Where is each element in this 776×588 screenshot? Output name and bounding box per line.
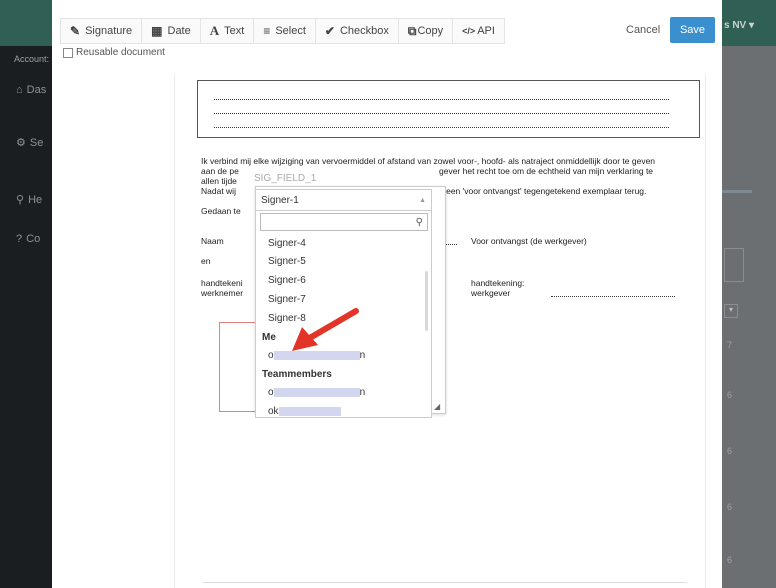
calendar-icon: ▦	[151, 24, 163, 38]
dropdown-option-signer-6[interactable]: Signer-6	[268, 275, 306, 286]
background-divider	[722, 190, 752, 193]
sidebar-item-dashboard[interactable]: ⌂ Das	[16, 84, 46, 96]
resize-handle-icon[interactable]: ◢	[434, 402, 440, 411]
dropdown-option-teammember[interactable]: ok	[268, 406, 341, 417]
sidebar-item-label: Se	[29, 136, 44, 149]
annotation-arrow	[292, 308, 359, 351]
document-text: gever het recht toe om de echtheid van m…	[439, 166, 654, 176]
background-number: 7	[727, 340, 733, 350]
document-text: handtekening:	[471, 278, 525, 288]
user-menu[interactable]: s NV ▾	[724, 20, 754, 31]
sidebar-item-label: He	[28, 193, 43, 206]
contact-icon: ?	[16, 233, 23, 245]
pencil-square-icon: ✎	[70, 24, 81, 38]
save-button[interactable]: Save	[670, 17, 715, 43]
background-select: ▾	[724, 304, 738, 318]
dropdown-group-teammembers: Teammembers	[262, 369, 332, 380]
account-label: Account:	[14, 54, 50, 64]
dropdown-group-me: Me	[262, 332, 276, 343]
document-text: aan de pe	[201, 166, 239, 176]
help-icon: ⚲	[16, 194, 25, 206]
document-paragraph: Ik verbind mij elke wijziging van vervoe…	[201, 156, 656, 166]
document-text: handtekeni	[201, 278, 243, 288]
checkbox-button[interactable]: ✔ Checkbox	[315, 18, 399, 44]
text-button[interactable]: A Text	[200, 18, 255, 44]
document-text: Gedaan te	[201, 206, 241, 216]
reusable-document-checkbox[interactable]: Reusable document	[63, 47, 165, 58]
redacted-email	[278, 406, 341, 416]
signature-button[interactable]: ✎ Signature	[60, 18, 143, 44]
document-text: werkgever	[471, 288, 511, 298]
checkbox-icon: ✔	[324, 24, 335, 38]
caret-up-icon: ▲	[419, 196, 426, 204]
dotted-line	[551, 296, 675, 297]
button-label: Checkbox	[339, 25, 389, 37]
dropdown-search: ⚲	[260, 213, 428, 231]
arrow-shaft	[305, 308, 359, 342]
document-text: Naam	[201, 236, 224, 246]
background-number: 6	[727, 502, 733, 512]
text-icon: A	[209, 23, 220, 38]
background-panel	[724, 248, 744, 282]
document-text: werknemer	[201, 288, 244, 298]
checkbox-label: Reusable document	[76, 47, 165, 58]
redacted-email	[273, 387, 360, 397]
page-divider	[203, 582, 687, 583]
document-text: en	[201, 256, 211, 266]
background-number: 6	[727, 446, 733, 456]
button-label: Text	[224, 25, 245, 37]
signer-select[interactable]: Signer-1 ▲	[255, 189, 432, 211]
option-text: ok	[268, 406, 279, 417]
button-label: Date	[167, 25, 191, 37]
dropdown-option-signer-5[interactable]: Signer-5	[268, 256, 306, 267]
copy-button[interactable]: ⧉ Copy	[398, 18, 454, 44]
dropdown-option-signer-7[interactable]: Signer-7	[268, 294, 306, 305]
cancel-button[interactable]: Cancel	[620, 18, 666, 42]
sidebar-item-settings[interactable]: ⚙ Se	[16, 136, 44, 150]
background-number: 6	[727, 390, 733, 400]
document-text: allen tijde	[201, 176, 237, 186]
dotted-line	[214, 127, 669, 128]
app-sidebar	[0, 46, 52, 588]
address-box	[197, 80, 700, 138]
code-icon: </>	[462, 26, 476, 36]
arrow-head	[292, 327, 318, 351]
date-button[interactable]: ▦ Date	[142, 18, 201, 44]
settings-icon: ⚙	[16, 137, 26, 149]
document-text: e een 'voor ontvangst' tegengetekend exe…	[439, 186, 647, 196]
document-text: Nadat wij	[201, 186, 236, 196]
sidebar-item-help[interactable]: ⚲ He	[16, 193, 43, 207]
copy-icon: ⧉	[407, 23, 417, 38]
button-label: API	[477, 25, 495, 37]
dropdown-search-input[interactable]	[264, 215, 404, 229]
option-text: n	[359, 387, 366, 398]
field-name-label: SIG_FIELD_1	[254, 173, 317, 184]
dashboard-icon: ⌂	[16, 84, 23, 96]
checkbox-box[interactable]	[63, 47, 73, 58]
search-icon: ⚲	[415, 216, 423, 228]
api-button[interactable]: </> API	[453, 18, 505, 44]
dotted-line	[214, 113, 669, 114]
dropdown-option-signer-4[interactable]: Signer-4	[268, 238, 306, 249]
dropdown-scrollbar[interactable]	[425, 271, 428, 331]
button-label: Signature	[85, 25, 133, 37]
button-label: Select	[275, 25, 306, 37]
button-label: Copy	[417, 25, 444, 37]
dropdown-option-teammember[interactable]: on	[268, 387, 365, 398]
dotted-line	[214, 99, 669, 100]
sidebar-item-label: Co	[26, 233, 41, 245]
sidebar-item-label: Das	[26, 84, 47, 96]
document-text: Voor ontvangst (de werkgever)	[471, 236, 587, 246]
signer-select-value: Signer-1	[261, 194, 299, 206]
background-number: 6	[727, 555, 733, 565]
select-button[interactable]: ≡ Select	[254, 18, 316, 44]
list-icon: ≡	[263, 24, 271, 38]
field-toolbar: ✎ Signature ▦ Date A Text ≡ Select ✔ Checkbox…	[60, 18, 505, 44]
sidebar-item-contact[interactable]: ? Co	[16, 233, 40, 245]
